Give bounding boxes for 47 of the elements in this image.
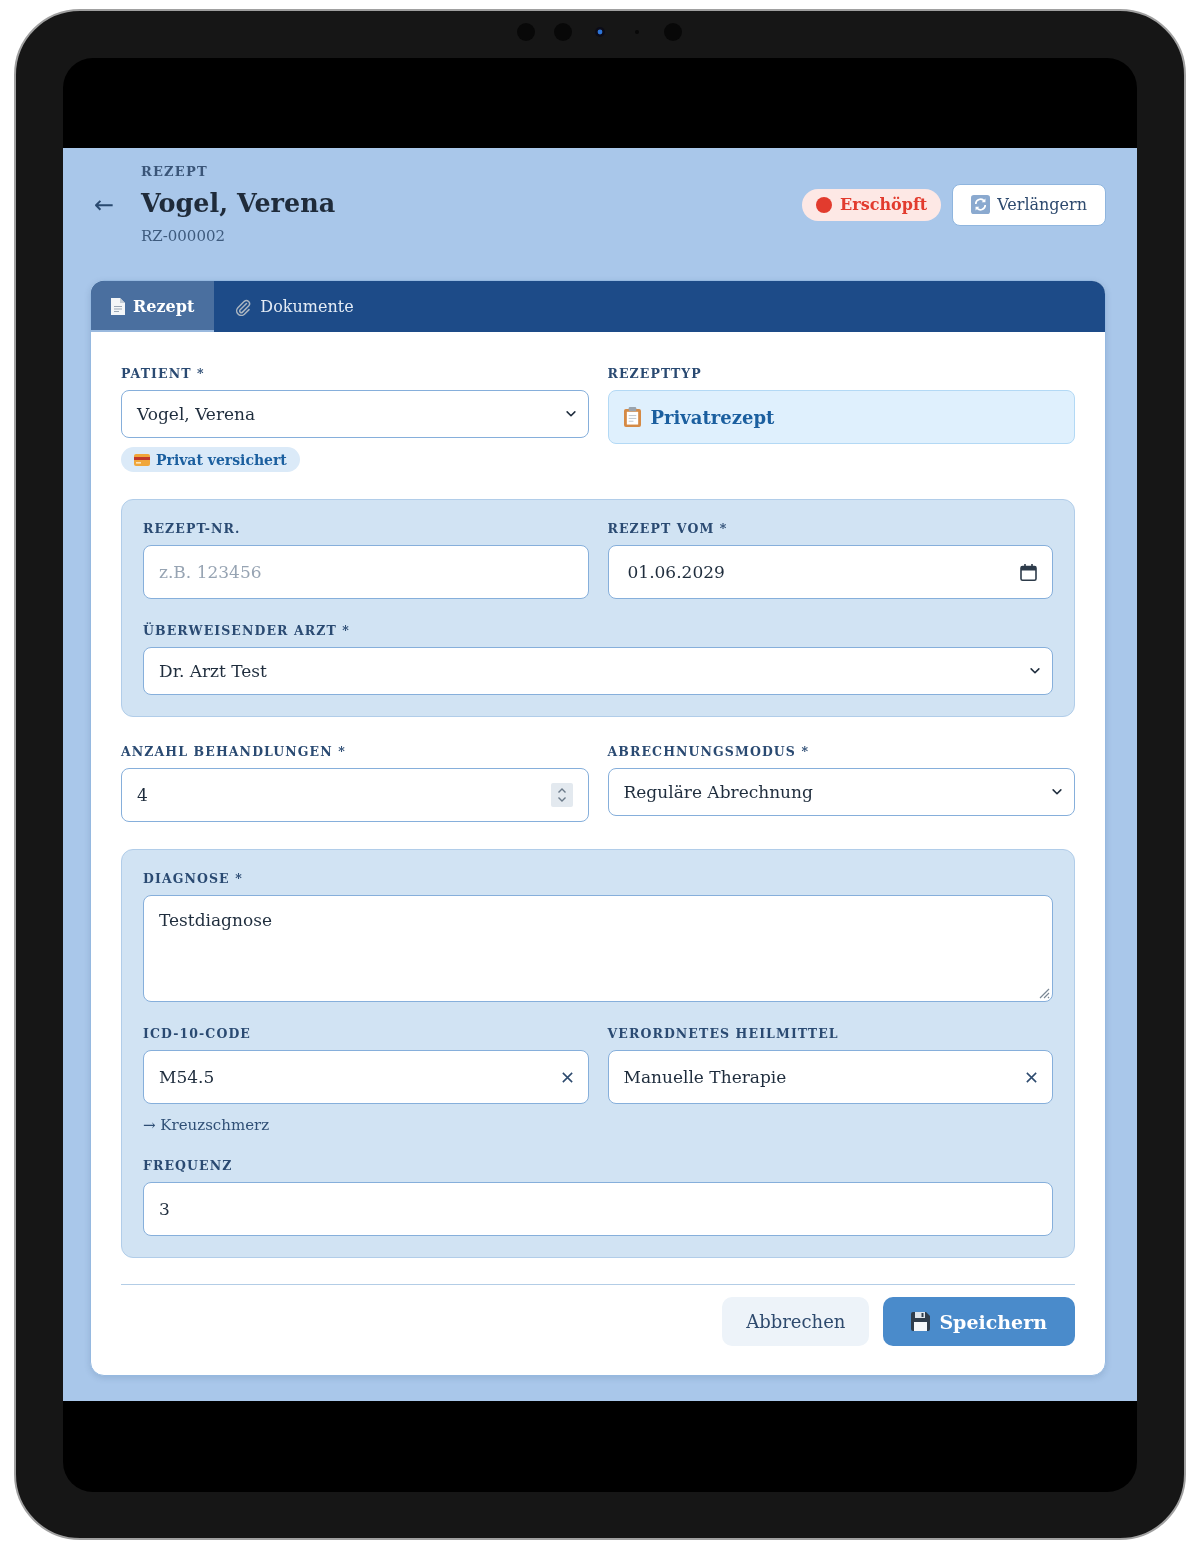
field-label: REZEPT VOM * (607, 521, 729, 537)
field-label: DIAGNOSE * (143, 871, 244, 887)
field-label: FREQUENZ (143, 1158, 234, 1174)
prescription-type-value: Privatrezept (650, 406, 775, 428)
save-button[interactable]: Speichern (883, 1297, 1075, 1346)
tab[interactable]: Dokumente (214, 281, 374, 332)
field-label: ABRECHNUNGSMODUS * (607, 744, 811, 760)
calendar-icon[interactable] (1020, 563, 1037, 581)
credit-card-icon (134, 453, 150, 466)
field-label: ICD-10-CODE (143, 1026, 252, 1042)
number-field[interactable]: 4 (121, 768, 589, 822)
chevron-down-icon (1052, 789, 1062, 795)
input-field[interactable]: 3 (143, 1182, 1053, 1236)
back-button[interactable]: ← (90, 192, 118, 217)
hint-text: → Kreuzschmerz (143, 1116, 271, 1134)
status-label: Erschöpft (840, 195, 928, 214)
page-title: Vogel, Verena (141, 187, 336, 220)
clear-icon[interactable] (1026, 1071, 1037, 1083)
cancel-button[interactable]: Abbrechen (722, 1297, 870, 1346)
field-label: ANZAHL BEHANDLUNGEN * (121, 744, 347, 760)
dropdown[interactable]: Dr. Arzt Test (143, 647, 1053, 695)
field-label: PATIENT * (121, 366, 206, 382)
paperclip-icon (234, 297, 253, 316)
insurance-label: Privat versichert (156, 451, 287, 468)
clipboard-icon (623, 407, 641, 427)
chevron-down-icon (1030, 668, 1040, 674)
clear-icon[interactable] (561, 1071, 573, 1083)
refresh-icon (971, 195, 991, 214)
dropdown[interactable]: Vogel, Verena (121, 390, 589, 438)
date-field[interactable]: 01.06.2029 (607, 545, 1053, 599)
document-icon (111, 298, 125, 315)
input-field[interactable]: Manuelle Therapie (607, 1050, 1053, 1104)
chevron-down-icon (565, 411, 576, 417)
page-eyebrow: REZEPT (141, 164, 209, 180)
camera-icon (515, 22, 685, 42)
renew-button[interactable]: Verlängern (952, 183, 1106, 226)
input-field[interactable]: M54.5 (143, 1050, 589, 1104)
text-area[interactable]: Testdiagnose (143, 895, 1053, 1002)
field-label: REZEPTTYP (607, 366, 703, 382)
dropdown[interactable]: Reguläre Abrechnung (607, 768, 1075, 816)
field-label: ÜBERWEISENDER ARZT * (143, 623, 351, 639)
record-number: RZ-000002 (141, 227, 227, 245)
spinner-icon[interactable] (550, 783, 573, 807)
resize-grip-icon[interactable] (1038, 987, 1050, 999)
field-label: VERORDNETES HEILMITTEL (607, 1026, 840, 1042)
tab[interactable]: Rezept (91, 281, 215, 332)
field-label: REZEPT-NR. (143, 521, 242, 537)
